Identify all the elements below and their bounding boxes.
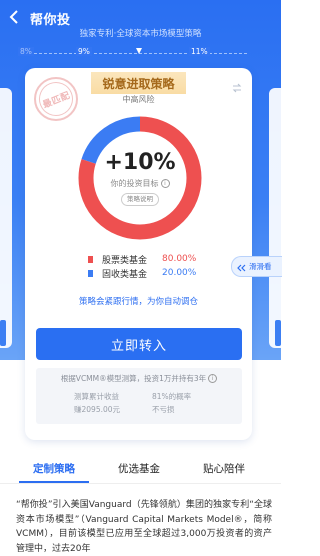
legend-item-bond: 固收类基金 20.00% (88, 266, 198, 280)
next-card-edge (275, 320, 281, 346)
previous-strategy-card[interactable] (0, 88, 12, 348)
strategy-explain-button[interactable]: 策略说明 (121, 193, 159, 206)
legend-value: 20.00% (162, 268, 197, 278)
target-return-value: +10% (104, 150, 176, 175)
legend-name: 固收类基金 (102, 269, 148, 280)
strategy-card: 最匹配 锐意进取策略 中高风险 +10% 你的投资目标 i 策略说明 股票类基金… (25, 68, 252, 440)
info-icon[interactable]: i (160, 179, 170, 188)
strategy-name: 锐意进取策略 (102, 76, 175, 91)
projection-header: 根据VCMM®模型测算，投资1万并持有3年 (60, 374, 207, 383)
scale-tick: 8% (18, 47, 34, 56)
tab-companion[interactable]: 贴心陪伴 (189, 461, 259, 476)
probability-label: 81%的概率 (152, 392, 192, 401)
transfer-in-button[interactable]: 立即转入 (36, 328, 242, 360)
donut-center: +10% 你的投资目标 i 策略说明 (78, 116, 202, 240)
projection-gain: 测算累计收益 赚2095.00元 (74, 390, 120, 416)
projection-box: 根据VCMM®模型测算，投资1万并持有3年 i 测算累计收益 赚2095.00元… (36, 368, 242, 424)
double-chevron-left-icon (237, 257, 246, 276)
legend-item-stock: 股票类基金 80.00% (88, 252, 198, 266)
auto-rebalance-note: 策略会紧跟行情，为你自动调仓 (78, 297, 198, 307)
target-label-row: 你的投资目标 i (111, 178, 170, 189)
tab-custom-strategy[interactable]: 定制策略 (19, 461, 89, 476)
scale-pointer-icon (136, 48, 142, 54)
next-strategy-card[interactable] (269, 88, 281, 348)
swipe-hint-button[interactable]: 滑滑看 (231, 256, 282, 277)
feature-tabs: 定制策略 优选基金 贴心陪伴 (0, 455, 281, 484)
bond-swatch-icon (88, 269, 93, 277)
scale-tick: 11% (189, 47, 210, 56)
page-title: 帮你投 (30, 13, 71, 28)
scale-tick: 9% (76, 47, 92, 56)
back-arrow-icon[interactable] (6, 9, 22, 25)
projection-gain-label: 测算累计收益 (74, 392, 119, 401)
risk-level: 中高风险 (122, 95, 155, 104)
legend-value: 80.00% (162, 254, 197, 264)
projection-header-row: 根据VCMM®模型测算，投资1万并持有3年 i (36, 373, 242, 384)
legend-name: 股票类基金 (102, 255, 148, 266)
projection-probability: 81%的概率 不亏损 (152, 390, 191, 416)
strategy-name-banner: 锐意进取策略 (91, 72, 186, 94)
allocation-legend: 股票类基金 80.00% 固收类基金 20.00% (88, 252, 198, 280)
projection-gain-value: 赚2095.00元 (74, 405, 121, 414)
switch-arrows-icon[interactable] (232, 78, 242, 97)
stock-swatch-icon (88, 255, 93, 263)
strategy-description: “帮你投”引入美国Vanguard（先锋领航）集团的独家专利“全球资本市场模型”… (16, 500, 272, 554)
return-target-scale[interactable]: 8% 9% 11% (0, 44, 281, 60)
info-icon[interactable]: i (208, 374, 218, 383)
active-tab-underline (19, 481, 89, 483)
target-label: 你的投资目标 (110, 179, 159, 188)
page-subtitle: 独家专利·全球资本市场模型策略 (79, 29, 202, 39)
probability-value: 不亏损 (152, 405, 175, 414)
swipe-hint-text: 滑滑看 (249, 262, 272, 271)
tab-selected-funds[interactable]: 优选基金 (104, 461, 174, 476)
previous-card-edge (0, 320, 6, 346)
